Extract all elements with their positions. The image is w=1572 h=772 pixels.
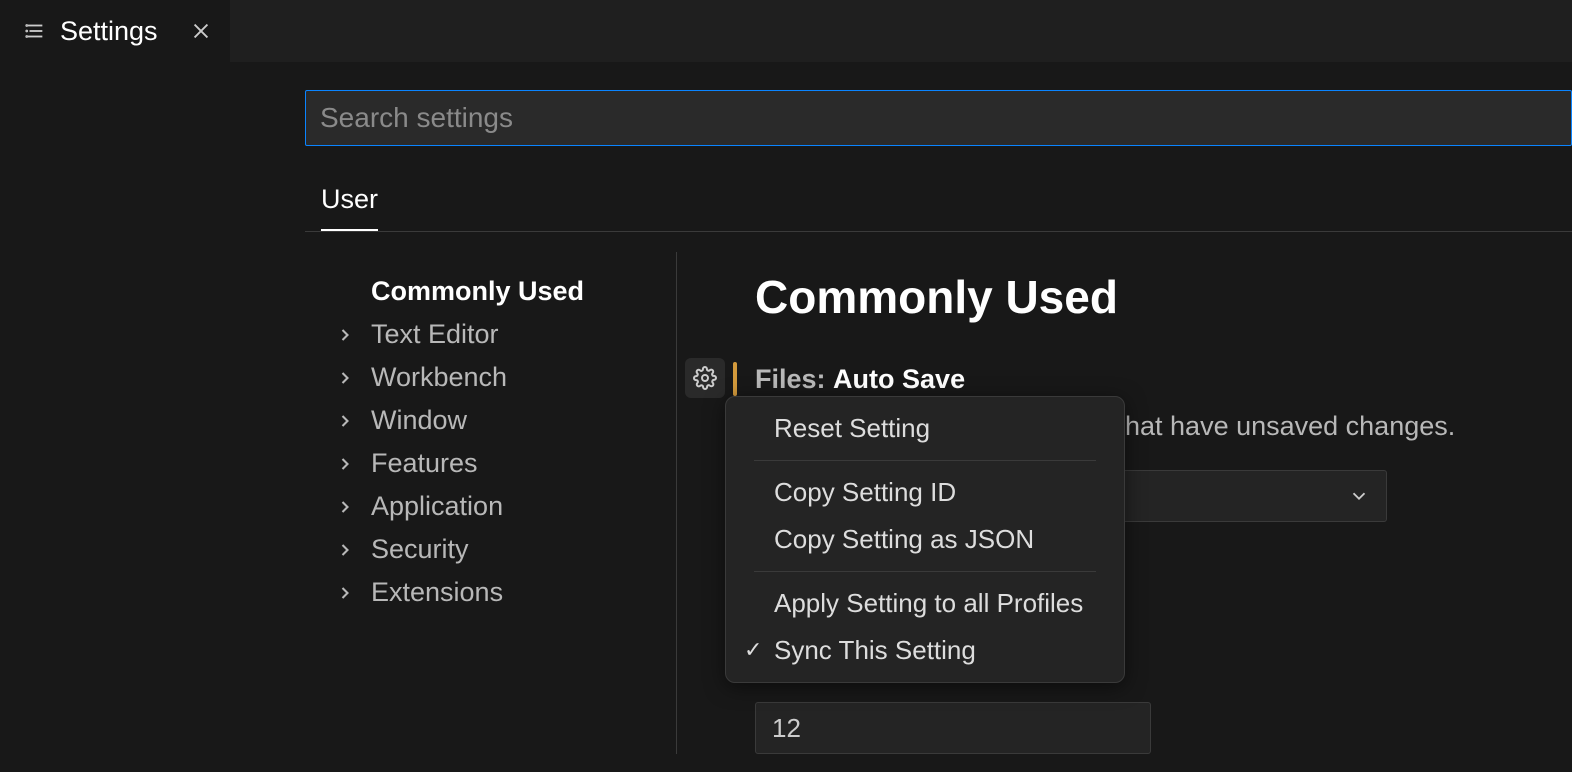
chevron-right-icon	[335, 368, 361, 388]
tree-item-label: Text Editor	[371, 319, 499, 350]
tree-item-label: Extensions	[371, 577, 503, 608]
tree-item-label: Window	[371, 405, 467, 436]
section-title: Commonly Used	[755, 270, 1572, 324]
chevron-right-icon	[335, 540, 361, 560]
scope-tabs: User	[305, 176, 1572, 232]
tab-title: Settings	[60, 16, 158, 47]
settings-tree: Commonly Used Text Editor Workbench	[305, 252, 677, 754]
tree-item-application[interactable]: Application	[335, 485, 676, 528]
tree-item-features[interactable]: Features	[335, 442, 676, 485]
menu-sync-this-setting[interactable]: ✓ Sync This Setting	[726, 627, 1124, 674]
menu-copy-setting-json[interactable]: Copy Setting as JSON	[726, 516, 1124, 563]
menu-separator	[754, 571, 1096, 572]
menu-copy-setting-id[interactable]: Copy Setting ID	[726, 469, 1124, 516]
chevron-right-icon	[335, 497, 361, 517]
setting-label: Files: Auto Save	[755, 364, 1572, 395]
tab-bar-empty	[230, 0, 1572, 62]
tree-item-label: Features	[371, 448, 478, 479]
setting-name: Auto Save	[833, 364, 965, 394]
menu-item-label: Sync This Setting	[774, 635, 976, 665]
settings-list-icon	[24, 20, 46, 42]
chevron-right-icon	[335, 411, 361, 431]
tree-item-commonly-used[interactable]: Commonly Used	[335, 270, 676, 313]
tree-item-label: Commonly Used	[371, 276, 584, 307]
context-menu: Reset Setting Copy Setting ID Copy Setti…	[725, 396, 1125, 683]
search-wrap	[305, 90, 1572, 146]
tree-item-text-editor[interactable]: Text Editor	[335, 313, 676, 356]
setting-category: Files:	[755, 364, 826, 394]
close-icon[interactable]	[190, 20, 212, 42]
scope-tab-user[interactable]: User	[321, 176, 378, 231]
tree-item-extensions[interactable]: Extensions	[335, 571, 676, 614]
search-input[interactable]	[305, 90, 1572, 146]
menu-apply-all-profiles[interactable]: Apply Setting to all Profiles	[726, 580, 1124, 627]
tree-item-security[interactable]: Security	[335, 528, 676, 571]
modified-indicator	[733, 362, 737, 396]
chevron-right-icon	[335, 454, 361, 474]
number-input[interactable]: 12	[755, 702, 1151, 754]
chevron-right-icon	[335, 583, 361, 603]
menu-separator	[754, 460, 1096, 461]
tree-item-window[interactable]: Window	[335, 399, 676, 442]
chevron-down-icon	[1348, 485, 1370, 507]
tree-item-label: Application	[371, 491, 503, 522]
check-icon: ✓	[744, 637, 762, 663]
menu-reset-setting[interactable]: Reset Setting	[726, 405, 1124, 452]
tree-item-label: Workbench	[371, 362, 507, 393]
tree-item-label: Security	[371, 534, 469, 565]
left-gutter	[0, 62, 305, 772]
tab-settings[interactable]: Settings	[0, 0, 230, 62]
number-input-value: 12	[772, 713, 801, 744]
chevron-right-icon	[335, 325, 361, 345]
tab-bar: Settings	[0, 0, 1572, 62]
gear-icon[interactable]	[685, 358, 725, 398]
setting-description-text: hat have unsaved changes.	[1125, 411, 1455, 441]
tree-item-workbench[interactable]: Workbench	[335, 356, 676, 399]
